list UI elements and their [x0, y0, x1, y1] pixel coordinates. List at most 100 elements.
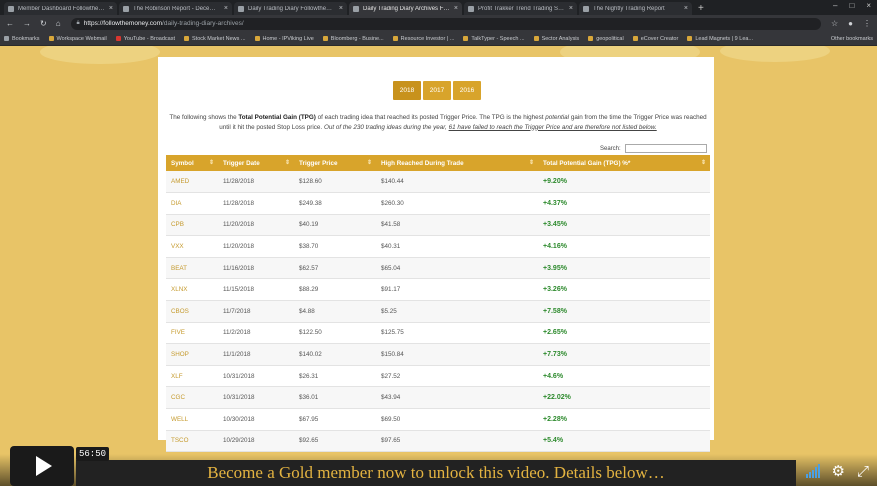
bookmark-item[interactable]: TalkTyper - Speech ... [463, 35, 525, 42]
url-field[interactable]: 🔒︎ https://followthemoney.com/daily-trad… [70, 17, 821, 30]
page-icon [632, 36, 638, 41]
bookmark-label: Stock Market News ... [192, 35, 246, 42]
close-window-icon[interactable]: × [866, 1, 871, 10]
trigger-price-cell: $36.01 [294, 386, 376, 410]
fullscreen-icon[interactable]: ⤢ [857, 463, 869, 480]
bookmark-star-icon[interactable]: ☆ [831, 19, 838, 28]
tpg-cell: +4.6% [538, 365, 710, 388]
tpg-cell: +3.45% [538, 214, 710, 237]
tpg-cell: +22.02% [538, 386, 710, 410]
symbol-cell[interactable]: SHOP [166, 343, 218, 366]
column-header-label: Trigger Date [223, 159, 260, 167]
symbol-cell[interactable]: DIA [166, 192, 218, 215]
bookmark-label: TalkTyper - Speech ... [471, 35, 525, 42]
promo-banner[interactable]: Become a Gold member now to unlock this … [76, 460, 796, 486]
minimize-icon[interactable]: – [833, 1, 837, 10]
bookmark-item[interactable]: Bloomberg - Busine... [322, 36, 384, 42]
trigger-date-cell: 11/28/2018 [218, 171, 294, 194]
browser-tab[interactable]: Member Dashboard Followthemo... × [4, 2, 117, 15]
volume-icon[interactable] [805, 464, 820, 478]
column-header-label: Trigger Price [299, 159, 338, 167]
symbol-cell[interactable]: AMED [166, 171, 218, 194]
column-header[interactable]: Trigger Date ⇕ [218, 155, 294, 171]
close-tab-icon[interactable]: × [224, 5, 228, 12]
table-row: CBOS 11/7/2018 $4.88 $5.25 +7.58% [166, 300, 710, 323]
high-reached-cell: $140.44 [376, 171, 538, 194]
tab-year-2017[interactable]: 2017 [423, 81, 451, 100]
browser-tab[interactable]: Daily Trading Diary Followthemo... × [234, 2, 347, 15]
close-tab-icon[interactable]: × [339, 5, 343, 12]
high-reached-cell: $65.04 [376, 257, 538, 280]
tpg-table: Symbol ⇕ Trigger Date ⇕ Trigger Price ⇕ High R… [166, 155, 710, 453]
failed-ideas-link[interactable]: 61 have failed to reach the Trigger Pric… [449, 124, 657, 131]
play-button[interactable] [10, 446, 74, 486]
close-tab-icon[interactable]: × [454, 5, 458, 12]
browser-tab[interactable]: Daily Trading Diary Archives Folk... × [349, 2, 462, 15]
reload-icon[interactable]: ↻ [40, 19, 47, 28]
bookmark-item[interactable]: YouTube - Broadcast [115, 36, 175, 42]
close-tab-icon[interactable]: × [684, 5, 688, 12]
symbol-cell[interactable]: XLF [166, 365, 218, 388]
high-reached-cell: $69.50 [376, 408, 538, 431]
maximize-icon[interactable]: □ [849, 1, 854, 10]
bookmark-item[interactable]: Resource Investor | ... [392, 36, 454, 42]
page-icon [254, 36, 260, 41]
table-row: FIVE 11/2/2018 $122.50 $125.75 +2.65% [166, 322, 710, 345]
close-tab-icon[interactable]: × [109, 5, 113, 12]
symbol-cell[interactable]: BEAT [166, 257, 218, 280]
symbol-cell[interactable]: WELL [166, 408, 218, 431]
home-icon[interactable]: ⌂ [56, 19, 61, 28]
sort-icon: ⇕ [208, 160, 214, 166]
table-row: AMED 11/28/2018 $128.60 $140.44 +9.20% [166, 171, 710, 194]
tab-year-2016[interactable]: 2016 [453, 81, 481, 100]
browser-tab[interactable]: Profit Trakker Trend Trading Soft... × [464, 2, 577, 15]
new-tab-icon[interactable]: + [698, 2, 704, 15]
bookmark-item[interactable]: Workspace Webmail [48, 35, 107, 42]
bookmark-item[interactable]: Home - IPViking Live [254, 35, 314, 42]
bookmark-label: Workspace Webmail [56, 35, 107, 42]
high-reached-cell: $260.30 [376, 192, 538, 215]
bookmark-item[interactable]: Bookmarks [4, 36, 40, 42]
tab-label: Daily Trading Diary Followthemo... [248, 5, 335, 12]
symbol-cell[interactable]: CGC [166, 386, 218, 410]
other-bookmarks[interactable]: Other bookmarks [831, 36, 873, 42]
symbol-cell[interactable]: FIVE [166, 322, 218, 345]
trigger-date-cell: 11/2/2018 [218, 322, 294, 345]
browser-tab[interactable]: The Nightly Trading Report × [579, 2, 692, 15]
trigger-date-cell: 11/20/2018 [218, 235, 294, 258]
window-controls: – □ × [833, 1, 871, 10]
column-header[interactable]: High Reached During Trade ⇕ [376, 155, 538, 171]
bookmark-item[interactable]: Sector Analysis [533, 36, 579, 42]
column-header[interactable]: Total Potential Gain (TPG) %* ⇕ [538, 155, 710, 171]
bookmark-item[interactable]: Stock Market News ... [184, 36, 246, 42]
browser-tab[interactable]: The Robinson Report - Decembe... × [119, 2, 232, 15]
tab-strip: Member Dashboard Followthemo... × The Robi… [0, 0, 877, 15]
back-icon[interactable]: ← [6, 19, 14, 28]
trigger-price-cell: $92.65 [294, 430, 376, 453]
symbol-cell[interactable]: XLNX [166, 278, 218, 302]
column-header-label: Symbol [171, 159, 194, 167]
tab-year-2018[interactable]: 2018 [393, 81, 421, 100]
column-header[interactable]: Trigger Price ⇕ [294, 155, 376, 171]
bookmark-item[interactable]: geopolitical [588, 36, 624, 42]
menu-icon[interactable]: ⋮ [863, 19, 871, 28]
bookmark-item[interactable]: Lead Magnets | 9 Lea... [687, 36, 753, 42]
close-tab-icon[interactable]: × [569, 5, 573, 12]
url-path: /daily-trading-diary-archives/ [162, 20, 244, 27]
lock-icon: 🔒︎ [76, 20, 80, 26]
forward-icon[interactable]: → [23, 19, 31, 28]
search-input[interactable] [624, 144, 707, 153]
settings-icon[interactable]: ⚙ [832, 462, 845, 480]
symbol-cell[interactable]: CBOS [166, 300, 218, 323]
symbol-cell[interactable]: CPB [166, 214, 218, 237]
trigger-date-cell: 11/15/2018 [218, 278, 294, 302]
bookmark-label: Home - IPViking Live [262, 35, 314, 42]
trigger-date-cell: 11/1/2018 [218, 343, 294, 366]
symbol-cell[interactable]: VXX [166, 235, 218, 258]
bookmark-item[interactable]: eCover Creator [632, 36, 678, 42]
profile-icon[interactable]: ● [848, 19, 853, 28]
column-header[interactable]: Symbol ⇕ [166, 155, 218, 171]
symbol-cell[interactable]: TSCO [166, 430, 218, 453]
play-icon [35, 456, 52, 476]
high-reached-cell: $91.17 [376, 278, 538, 302]
